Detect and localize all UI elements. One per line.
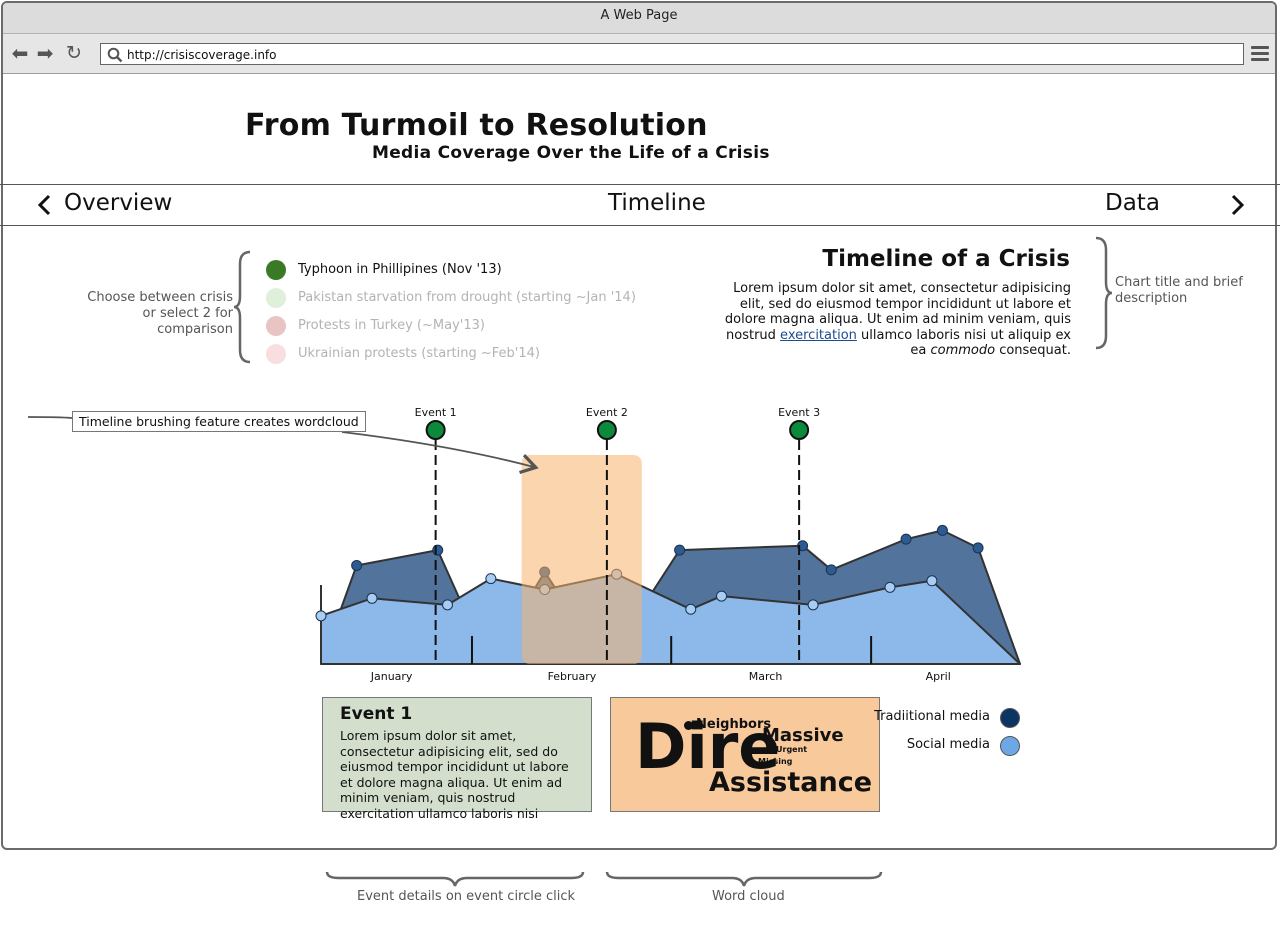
data-point-social <box>926 575 938 587</box>
data-point-traditional <box>674 544 686 556</box>
x-axis-label: January <box>370 670 413 683</box>
event-label: Event 2 <box>586 406 628 419</box>
event-card-body: Lorem ipsum dolor sit amet, consectetur … <box>340 728 569 821</box>
event-label: Event 1 <box>415 406 457 419</box>
data-point-traditional <box>972 542 984 554</box>
data-point-traditional <box>825 564 837 576</box>
x-axis-label: March <box>749 670 783 683</box>
word-missing: Missing <box>758 757 793 766</box>
data-point-traditional <box>900 533 912 545</box>
data-point-social <box>716 590 728 602</box>
word-assistance: Assistance <box>709 767 873 798</box>
event-details-brace <box>325 871 585 887</box>
word-cloud-brace <box>605 871 883 887</box>
data-point-social <box>315 610 327 622</box>
event-card-title: Event 1 <box>340 704 413 724</box>
timeline-brush <box>521 455 642 664</box>
event-details-card: Event 1 Lorem ipsum dolor sit amet, cons… <box>322 697 592 821</box>
timeline-chart[interactable]: Event 1 Event 2 Event 3 January February Mar… <box>0 0 1280 700</box>
data-point-traditional <box>432 544 444 556</box>
data-point-social <box>485 573 497 585</box>
data-point-social <box>366 592 378 604</box>
data-point-social <box>807 599 819 611</box>
legend-swatch-traditional <box>1000 708 1020 728</box>
data-point-social <box>685 603 697 615</box>
data-point-traditional <box>936 524 948 536</box>
event-circle[interactable] <box>425 420 446 440</box>
legend-swatch-social <box>1000 736 1020 756</box>
event-label: Event 3 <box>778 406 820 419</box>
word-dot <box>684 721 693 730</box>
legend-label: Social media <box>906 737 990 752</box>
legend-item-social: Social media <box>880 734 1020 756</box>
event-details-note: Event details on event circle click <box>357 889 576 904</box>
data-point-traditional <box>351 559 363 571</box>
data-point-social <box>884 581 896 593</box>
word-massive: Massive <box>762 725 844 746</box>
event-circle[interactable] <box>789 420 810 440</box>
data-point-social <box>442 599 454 611</box>
word-urgent: Urgent <box>776 745 808 754</box>
event-circle[interactable] <box>596 420 617 440</box>
word-cloud: Dire Neighbors Massive Help Urgent Missi… <box>610 697 880 812</box>
brush-note: Timeline brushing feature creates wordcl… <box>72 411 366 432</box>
word-neighbors: Neighbors <box>696 717 772 732</box>
x-axis-label: April <box>926 670 951 683</box>
x-axis-label: February <box>548 670 597 683</box>
legend-item-traditional: Tradiitional media <box>874 706 1020 728</box>
legend-label: Tradiitional media <box>874 709 990 724</box>
word-cloud-note: Word cloud <box>712 889 785 904</box>
